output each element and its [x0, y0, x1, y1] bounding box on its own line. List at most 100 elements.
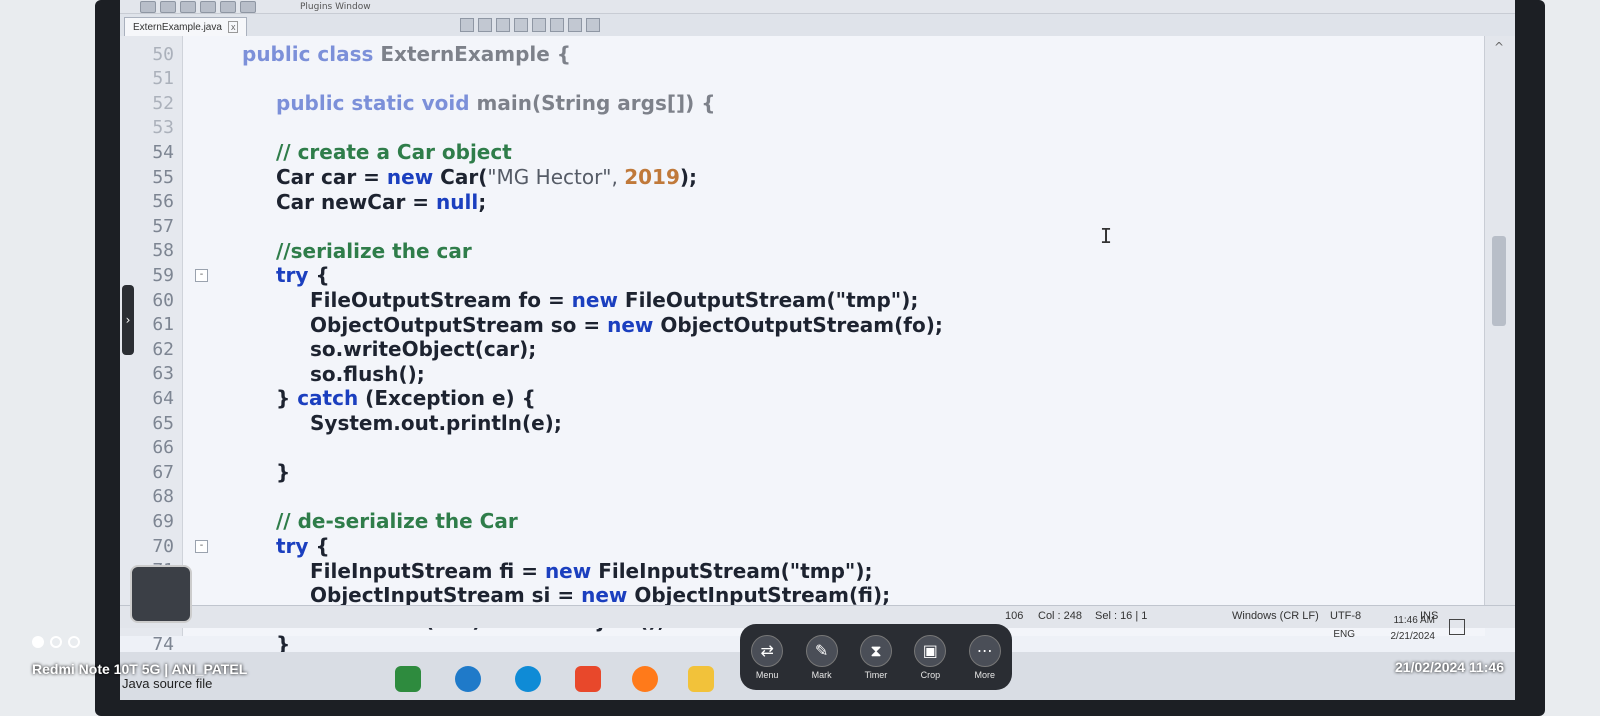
- code-line[interactable]: 70 - try {: [120, 534, 1485, 558]
- crop-icon: ▣: [914, 634, 947, 667]
- edge-legacy-icon[interactable]: [455, 666, 481, 692]
- code-line[interactable]: 62 so.writeObject(car);: [120, 337, 1485, 361]
- edge-icon[interactable]: [515, 666, 541, 692]
- scroll-up-icon[interactable]: ^: [1494, 40, 1504, 54]
- code-token: FileInputStream("tmp");: [598, 558, 873, 583]
- editor-toolbar: [460, 18, 600, 32]
- code-line[interactable]: 58 //serialize the car: [120, 239, 1485, 263]
- code-token: FileOutputStream fo =: [310, 288, 572, 312]
- code-line[interactable]: 67}: [120, 460, 1485, 484]
- code-token: new: [571, 288, 625, 312]
- pen-toolbar-mark-button[interactable]: ✎ Mark: [805, 634, 838, 680]
- more-icon: ⋯: [968, 634, 1001, 667]
- save-icon[interactable]: [140, 0, 156, 13]
- code-token: main(String args[]) {: [476, 91, 716, 116]
- code-line[interactable]: 59 - try {: [120, 263, 1485, 287]
- line-number: 52: [152, 92, 174, 114]
- indent-icon[interactable]: [478, 18, 492, 32]
- code-line[interactable]: 50 public class ExternExample {: [120, 42, 1485, 66]
- menu-fragment[interactable]: Plugins Window: [300, 2, 371, 12]
- code-token: public class: [242, 42, 381, 66]
- brave-icon[interactable]: [575, 666, 601, 692]
- code-line[interactable]: 69 // de-serialize the Car: [120, 509, 1485, 533]
- preview-icon[interactable]: [586, 18, 600, 32]
- vertical-scrollbar[interactable]: ^: [1484, 36, 1515, 606]
- bookmark-icon[interactable]: [514, 18, 528, 32]
- code-token: new: [544, 558, 599, 583]
- pen-toolbar-crop-button[interactable]: ▣ Crop: [914, 634, 947, 680]
- tray-language[interactable]: ENG: [1333, 629, 1355, 640]
- code-line[interactable]: 72ObjectInputStream si = new ObjectInput…: [120, 583, 1485, 607]
- code-token: ObjectInputStream(fi);: [634, 583, 891, 608]
- status-line: 106: [1005, 610, 1024, 622]
- code-line[interactable]: 60 FileOutputStream fo = new FileOutputSt…: [120, 288, 1485, 312]
- redo-icon[interactable]: [200, 0, 216, 13]
- fold-toggle-icon[interactable]: -: [195, 539, 208, 553]
- code-text: public static void main(String args[]) {: [276, 91, 716, 115]
- replace-icon[interactable]: [240, 0, 256, 13]
- code-token: Car newCar =: [276, 189, 436, 214]
- notification-icon[interactable]: [1449, 619, 1465, 635]
- code-line[interactable]: 64} catch (Exception e) {: [120, 386, 1485, 410]
- code-token: ObjectInputStream si =: [310, 583, 582, 608]
- status-eol[interactable]: Windows (CR LF): [1232, 610, 1319, 622]
- line-number: 53: [152, 117, 174, 139]
- tray-date[interactable]: 2/21/2024: [1391, 631, 1436, 642]
- code-token: ObjectOutputStream(fo);: [660, 312, 943, 337]
- outdent-icon[interactable]: [496, 18, 510, 32]
- code-text: }: [276, 460, 290, 484]
- code-line[interactable]: 55 Car car = new Car("MG Hector", 2019);: [120, 165, 1485, 189]
- line-number: 66: [152, 437, 174, 459]
- code-token: ObjectOutputStream so =: [310, 312, 608, 337]
- scroll-thumb[interactable]: [1492, 236, 1506, 326]
- line-number: 54: [152, 141, 174, 163]
- status-encoding[interactable]: UTF-8: [1330, 610, 1361, 622]
- undo-icon[interactable]: [180, 0, 196, 13]
- screen: Plugins Window ExternExample.java x 50 pu…: [120, 0, 1515, 700]
- code-text: public class ExternExample {: [242, 42, 571, 66]
- pen-toolbar-more-button[interactable]: ⋯ More: [968, 634, 1001, 680]
- code-line[interactable]: 56 Car newCar = null;: [120, 190, 1485, 214]
- macro-stop-icon[interactable]: [550, 18, 564, 32]
- code-line[interactable]: 61 ObjectOutputStream so = new ObjectOutp…: [120, 313, 1485, 337]
- toolbar: Plugins Window: [120, 0, 1515, 14]
- code-line[interactable]: 53: [120, 116, 1485, 140]
- pen-toolbar-timer-button[interactable]: ⧗ Timer: [859, 634, 892, 680]
- tab-extern-example[interactable]: ExternExample.java x: [124, 17, 248, 36]
- tab-label: ExternExample.java: [133, 21, 222, 33]
- firefox-icon[interactable]: [632, 666, 658, 692]
- code-line[interactable]: 66: [120, 436, 1485, 460]
- code-token: {: [315, 263, 330, 288]
- pen-toolbar-label: Crop: [920, 669, 941, 680]
- find-icon[interactable]: [220, 0, 236, 13]
- line-number: 51: [152, 68, 174, 90]
- side-panel-handle[interactable]: ›: [122, 285, 134, 355]
- code-line[interactable]: 52 public static void main(String args[])…: [120, 91, 1485, 115]
- file-explorer-icon[interactable]: [688, 666, 714, 692]
- macro-record-icon[interactable]: [532, 18, 546, 32]
- tray-time[interactable]: 11:46 AM: [1393, 615, 1435, 626]
- code-line[interactable]: 57: [120, 214, 1485, 238]
- fold-toggle-icon[interactable]: -: [195, 268, 208, 282]
- text-cursor-icon: I: [1100, 224, 1113, 248]
- code-text: //serialize the car: [276, 239, 472, 263]
- macro-play-icon[interactable]: [568, 18, 582, 32]
- save-all-icon[interactable]: [160, 0, 176, 13]
- status-column: Col : 248: [1038, 610, 1083, 622]
- code-token: try: [276, 534, 316, 558]
- toggle-comment-icon[interactable]: [460, 18, 474, 32]
- code-text: } catch (Exception e) {: [276, 386, 536, 410]
- line-number: 68: [152, 486, 174, 508]
- code-line[interactable]: 51: [120, 67, 1485, 91]
- code-token: Car car =: [276, 165, 387, 189]
- code-line[interactable]: 71FileInputStream fi = new FileInputStre…: [120, 559, 1485, 583]
- code-line[interactable]: 63 so.flush();: [120, 362, 1485, 386]
- code-editor[interactable]: 50 public class ExternExample {51 52 public…: [120, 36, 1485, 656]
- code-token: System.out.println(e);: [310, 411, 562, 435]
- pen-toolbar-menu-button[interactable]: ⇄ Menu: [751, 634, 784, 680]
- code-line[interactable]: 54 // create a Car object: [120, 140, 1485, 164]
- code-line[interactable]: 68: [120, 485, 1485, 509]
- app-icon-green[interactable]: [395, 666, 421, 692]
- close-icon[interactable]: x: [227, 21, 239, 33]
- code-line[interactable]: 65 System.out.println(e);: [120, 411, 1485, 435]
